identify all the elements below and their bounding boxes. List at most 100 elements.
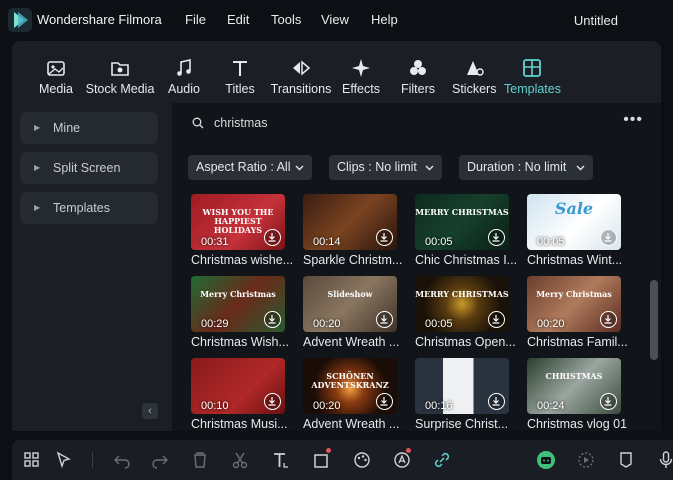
scrollbar[interactable]: [647, 165, 661, 431]
template-thumbnail[interactable]: Merry Christmas 00:29: [191, 276, 285, 332]
sidebar-item-templates[interactable]: ▶ Templates: [20, 192, 158, 224]
more-options-icon[interactable]: •••: [623, 111, 643, 129]
menu-tools[interactable]: Tools: [271, 12, 301, 27]
download-icon[interactable]: [488, 393, 505, 410]
color-palette-icon[interactable]: [352, 450, 372, 470]
download-icon[interactable]: [600, 393, 617, 410]
download-icon[interactable]: [600, 229, 617, 246]
sidebar-item-mine[interactable]: ▶ Mine: [20, 112, 158, 144]
template-card[interactable]: 00:14 Sparkle Christm...: [303, 194, 402, 272]
tab-media[interactable]: Media: [34, 41, 78, 103]
tab-label: Stickers: [452, 82, 497, 96]
tab-label: Effects: [342, 82, 380, 96]
search-icon: [192, 117, 204, 129]
duration-dropdown[interactable]: Duration : No limit: [459, 155, 593, 180]
marker-icon[interactable]: [616, 450, 636, 470]
select-pointer-icon[interactable]: [54, 450, 74, 470]
template-title: Christmas Famil...: [527, 335, 628, 349]
tab-stickers[interactable]: Stickers: [452, 41, 496, 103]
template-card[interactable]: CHRISTMAS 00:24 Christmas vlog 01: [527, 358, 627, 431]
search-input[interactable]: christmas: [214, 116, 267, 130]
microphone-icon[interactable]: [656, 450, 673, 470]
template-thumbnail[interactable]: MERRY CHRISTMAS 00:05: [415, 194, 509, 250]
sidebar-item-label: Split Screen: [53, 161, 121, 175]
caret-right-icon: ▶: [34, 203, 41, 212]
template-thumbnail[interactable]: 00:16: [415, 358, 509, 414]
template-card[interactable]: Merry Christmas 00:20 Christmas Famil...: [527, 276, 628, 354]
template-thumbnail[interactable]: Slideshow 00:20: [303, 276, 397, 332]
tab-audio[interactable]: Audio: [164, 41, 204, 103]
sparkle-icon: [352, 59, 370, 77]
download-icon[interactable]: [488, 311, 505, 328]
template-thumbnail[interactable]: WISH YOU THE HAPPIEST HOLIDAYS 00:31: [191, 194, 285, 250]
filters-icon: [410, 60, 426, 75]
sidebar-item-split-screen[interactable]: ▶ Split Screen: [20, 152, 158, 184]
scissors-icon[interactable]: [230, 450, 250, 470]
category-sidebar: ▶ Mine ▶ Split Screen ▶ Templates ‹: [12, 103, 172, 431]
template-title: Advent Wreath ...: [303, 417, 400, 431]
redo-icon[interactable]: [150, 450, 170, 470]
template-card[interactable]: MERRY CHRISTMAS 00:05 Christmas Open...: [415, 276, 516, 354]
template-thumbnail[interactable]: MERRY CHRISTMAS 00:05: [415, 276, 509, 332]
chevron-down-icon: [425, 165, 434, 171]
template-card[interactable]: Sale 00:05 Christmas Wint...: [527, 194, 622, 272]
link-icon[interactable]: [432, 450, 452, 470]
ai-assistant-icon[interactable]: [536, 450, 556, 470]
template-title: Surprise Christ...: [415, 417, 509, 431]
tab-filters[interactable]: Filters: [398, 41, 438, 103]
collapse-sidebar-button[interactable]: ‹: [142, 403, 158, 419]
ai-tools-icon[interactable]: [392, 450, 412, 470]
menu-view[interactable]: View: [321, 12, 349, 27]
tab-stock-media[interactable]: Stock Media: [84, 41, 156, 103]
download-icon[interactable]: [376, 393, 393, 410]
template-thumbnail[interactable]: CHRISTMAS 00:24: [527, 358, 621, 414]
layout-grid-icon[interactable]: [22, 450, 42, 470]
download-icon[interactable]: [600, 311, 617, 328]
tab-templates[interactable]: Templates: [504, 41, 561, 103]
sidebar-item-label: Templates: [53, 201, 110, 215]
tab-label: Media: [38, 82, 74, 96]
template-title: Chic Christmas I...: [415, 253, 518, 267]
tab-effects[interactable]: Effects: [339, 41, 383, 103]
tab-transitions[interactable]: Transitions: [270, 41, 332, 103]
tab-label: Audio: [168, 82, 200, 96]
template-card[interactable]: 00:16 Surprise Christ...: [415, 358, 509, 431]
tab-label: Stock Media: [85, 82, 155, 96]
tab-label: Filters: [400, 82, 436, 96]
template-card[interactable]: Slideshow 00:20 Advent Wreath ...: [303, 276, 399, 354]
menu-edit[interactable]: Edit: [227, 12, 249, 27]
tab-titles[interactable]: Titles: [220, 41, 260, 103]
project-title: Untitled: [573, 13, 618, 28]
tab-label: Titles: [225, 82, 255, 96]
template-card[interactable]: MERRY CHRISTMAS 00:05 Chic Christmas I...: [415, 194, 517, 272]
download-icon[interactable]: [376, 229, 393, 246]
template-thumbnail[interactable]: 00:14: [303, 194, 397, 250]
text-icon[interactable]: [271, 450, 291, 470]
template-thumbnail[interactable]: 00:10: [191, 358, 285, 414]
delete-icon[interactable]: [190, 450, 210, 470]
clips-dropdown[interactable]: Clips : No limit: [329, 155, 442, 180]
download-icon[interactable]: [488, 229, 505, 246]
template-card[interactable]: SCHÖNEN ADVENTSKRANZ 00:20 Advent Wreath .…: [303, 358, 399, 431]
template-card[interactable]: WISH YOU THE HAPPIEST HOLIDAYS 00:31 Chris…: [191, 194, 293, 272]
undo-icon[interactable]: [112, 450, 132, 470]
download-icon[interactable]: [264, 311, 281, 328]
download-icon[interactable]: [264, 229, 281, 246]
download-icon[interactable]: [376, 311, 393, 328]
template-thumbnail[interactable]: Merry Christmas 00:20: [527, 276, 621, 332]
duration-label: 00:05: [425, 236, 453, 248]
template-thumbnail[interactable]: SCHÖNEN ADVENTSKRANZ 00:20: [303, 358, 397, 414]
aspect-ratio-dropdown[interactable]: Aspect Ratio : All: [188, 155, 312, 180]
menu-help[interactable]: Help: [371, 12, 398, 27]
template-card[interactable]: Merry Christmas 00:29 Christmas Wish...: [191, 276, 289, 354]
asset-toolbar: Media Stock Media Audio Titles Transitio…: [12, 41, 661, 103]
crop-icon[interactable]: [312, 450, 332, 470]
duration-label: 00:20: [313, 400, 341, 412]
template-thumbnail[interactable]: Sale 00:05: [527, 194, 621, 250]
menu-file[interactable]: File: [185, 12, 206, 27]
render-preview-icon[interactable]: [576, 450, 596, 470]
duration-label: 00:24: [537, 400, 565, 412]
scrollbar-thumb[interactable]: [650, 280, 658, 360]
download-icon[interactable]: [264, 393, 281, 410]
template-card[interactable]: 00:10 Christmas Musi...: [191, 358, 288, 431]
